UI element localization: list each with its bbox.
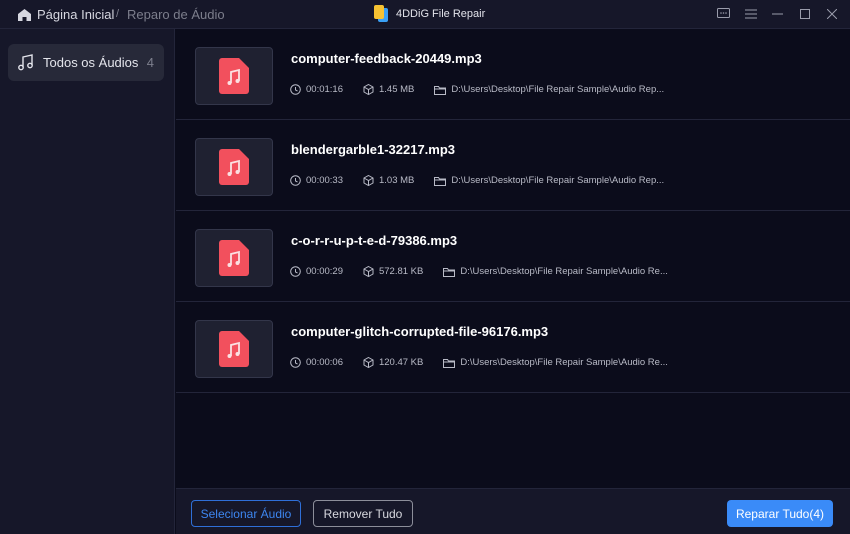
file-size: 1.45 MB [378, 84, 415, 95]
clock-icon [290, 175, 301, 186]
file-row[interactable]: blendergarble1-32217.mp3 00:00:33 1.03 M… [176, 120, 850, 211]
sidebar-item-count: 4 [146, 55, 154, 70]
file-row[interactable]: c-o-r-r-u-p-t-e-d-79386.mp3 00:00:29 572… [176, 211, 850, 302]
app-title: 4DDiG File Repair [374, 5, 485, 23]
file-path: D:\Users\Desktop\File Repair Sample\Audi… [460, 266, 668, 277]
clock-icon [290, 266, 301, 277]
repair-all-button[interactable]: Reparar Tudo(4) [727, 500, 833, 527]
file-thumbnail [195, 138, 273, 196]
sidebar: Todos os Áudios 4 [0, 29, 175, 534]
file-name: c-o-r-r-u-p-t-e-d-79386.mp3 [291, 233, 458, 248]
clock-icon [290, 84, 301, 95]
audio-file-icon [219, 149, 249, 185]
file-duration: 00:00:29 [306, 266, 343, 277]
music-note-icon [18, 54, 33, 71]
breadcrumb-current: Reparo de Áudio [127, 7, 225, 22]
file-row[interactable]: computer-glitch-corrupted-file-96176.mp3… [176, 302, 850, 393]
file-name: blendergarble1-32217.mp3 [291, 142, 456, 157]
menu-icon[interactable] [744, 7, 757, 21]
close-icon[interactable] [825, 7, 838, 21]
file-name: computer-feedback-20449.mp3 [291, 51, 482, 66]
file-size: 572.81 KB [378, 266, 424, 277]
remove-all-button[interactable]: Remover Tudo [313, 500, 413, 527]
select-audio-button[interactable]: Selecionar Áudio [191, 500, 301, 527]
cube-icon [363, 84, 374, 95]
file-list: computer-feedback-20449.mp3 00:01:16 1.4… [176, 29, 850, 393]
sidebar-item-label: Todos os Áudios [43, 55, 139, 70]
folder-icon [434, 85, 447, 95]
file-name: computer-glitch-corrupted-file-96176.mp3 [291, 324, 549, 339]
home-label: Página Inicial [37, 7, 115, 22]
feedback-icon[interactable] [717, 7, 730, 21]
breadcrumb-separator: / [116, 8, 120, 20]
file-path: D:\Users\Desktop\File Repair Sample\Audi… [460, 357, 668, 368]
clock-icon [290, 357, 301, 368]
file-thumbnail [195, 320, 273, 378]
cube-icon [363, 357, 374, 368]
file-size: 120.47 KB [378, 357, 424, 368]
audio-file-icon [219, 58, 249, 94]
cube-icon [363, 175, 374, 186]
folder-icon [443, 267, 456, 277]
folder-icon [443, 358, 456, 368]
sidebar-item-all-audios[interactable]: Todos os Áudios 4 [8, 44, 164, 81]
cube-icon [363, 266, 374, 277]
file-thumbnail [195, 47, 273, 105]
file-size: 1.03 MB [378, 175, 415, 186]
title-bar: Página Inicial / Reparo de Áudio 4DDiG F… [0, 0, 850, 29]
file-duration: 00:00:33 [306, 175, 343, 186]
audio-file-icon [219, 331, 249, 367]
audio-file-icon [219, 240, 249, 276]
file-path: D:\Users\Desktop\File Repair Sample\Audi… [451, 84, 665, 95]
file-duration: 00:00:06 [306, 357, 343, 368]
file-row[interactable]: computer-feedback-20449.mp3 00:01:16 1.4… [176, 29, 850, 120]
maximize-icon[interactable] [798, 7, 811, 21]
minimize-icon[interactable] [771, 7, 784, 21]
home-icon [18, 8, 31, 21]
folder-icon [434, 176, 447, 186]
file-path: D:\Users\Desktop\File Repair Sample\Audi… [451, 175, 665, 186]
home-link[interactable]: Página Inicial [18, 7, 114, 22]
file-thumbnail [195, 229, 273, 287]
app-title-text: 4DDiG File Repair [396, 8, 486, 20]
footer-bar: Selecionar Áudio Remover Tudo Reparar Tu… [176, 488, 850, 534]
file-duration: 00:01:16 [306, 84, 343, 95]
app-logo-icon [374, 5, 388, 22]
